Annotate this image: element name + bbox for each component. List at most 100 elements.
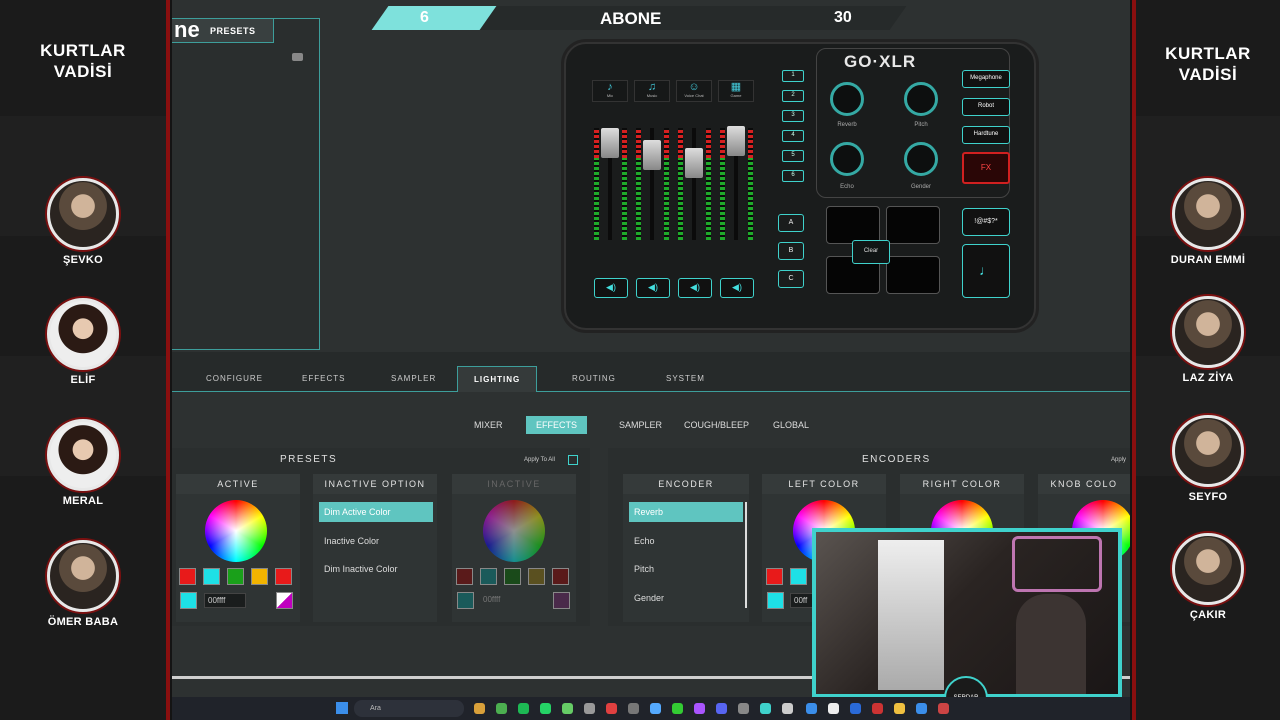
sampler-bank-b[interactable]: B	[778, 242, 804, 260]
windows-start-icon[interactable]	[336, 702, 348, 714]
banner-accent	[371, 6, 499, 30]
app-icon[interactable]	[738, 703, 749, 714]
color-swatch[interactable]	[275, 568, 292, 585]
steam-icon[interactable]	[850, 703, 861, 714]
inactive-option-column: INACTIVE OPTION Dim Active Color Inactiv…	[313, 474, 437, 622]
chrome-icon[interactable]	[496, 703, 507, 714]
color-picker-icon[interactable]	[276, 592, 293, 609]
pitch-knob[interactable]	[904, 82, 938, 116]
folder-icon[interactable]	[894, 703, 905, 714]
section-title: PRESETS	[280, 454, 338, 465]
apply-to-all-checkbox[interactable]	[568, 455, 578, 465]
mute-button[interactable]: ◀)	[720, 278, 754, 298]
tab-lighting[interactable]: LIGHTING	[457, 366, 538, 392]
option-inactive-color[interactable]: Inactive Color	[319, 531, 433, 551]
app-icon[interactable]	[474, 703, 485, 714]
mute-button[interactable]: ◀)	[594, 278, 628, 298]
app-icon[interactable]	[584, 703, 595, 714]
app-icon[interactable]	[872, 703, 883, 714]
tab-effects[interactable]: EFFECTS	[302, 374, 345, 383]
subtab-effects[interactable]: EFFECTS	[526, 416, 588, 434]
tab-routing[interactable]: ROUTING	[572, 374, 616, 383]
hardtune-button[interactable]: Hardtune	[962, 126, 1010, 144]
cough-mute-icon[interactable]: ♩	[962, 244, 1010, 298]
subtab-global[interactable]: GLOBAL	[763, 416, 819, 434]
hex-color-input[interactable]: 00ffff	[204, 593, 246, 608]
voice-chat-icon[interactable]: ☺ Voice Chat	[676, 80, 712, 102]
goxlr-icon[interactable]	[760, 703, 771, 714]
color-swatch[interactable]	[227, 568, 244, 585]
app-icon[interactable]	[694, 703, 705, 714]
encoder-option-reverb[interactable]: Reverb	[629, 502, 743, 522]
encoder-option-gender[interactable]: Gender	[629, 588, 743, 608]
sampler-clear-button[interactable]: Clear	[852, 240, 890, 264]
app-icon[interactable]	[606, 703, 617, 714]
fx-toggle-button[interactable]: FX	[962, 152, 1010, 184]
robot-button[interactable]: Robot	[962, 98, 1010, 116]
microphone-icon[interactable]: ♪ Mic	[592, 80, 628, 102]
presets-tab[interactable]: ne PRESETS	[172, 19, 274, 43]
tab-sampler[interactable]: SAMPLER	[391, 374, 436, 383]
tab-configure[interactable]: CONFIGURE	[206, 374, 263, 383]
option-dim-active-color[interactable]: Dim Active Color	[319, 502, 433, 522]
app-icon[interactable]	[782, 703, 793, 714]
fader-handle[interactable]	[643, 140, 661, 170]
app-icon[interactable]	[916, 703, 927, 714]
character-name: DURAN EMMİ	[1170, 254, 1246, 266]
app-icon[interactable]	[628, 703, 639, 714]
subtab-sampler[interactable]: SAMPLER	[609, 416, 672, 434]
music-note-icon[interactable]: ♫ Music	[634, 80, 670, 102]
app-icon[interactable]	[938, 703, 949, 714]
app-icon[interactable]	[828, 703, 839, 714]
encoder-option-pitch[interactable]: Pitch	[629, 559, 743, 579]
bleep-button[interactable]: !@#$?*	[962, 208, 1010, 236]
fader-handle[interactable]	[727, 126, 745, 156]
subscriber-banner: 6 ABONE 30	[371, 6, 907, 32]
app-icon[interactable]	[650, 703, 661, 714]
overlay-title: KURTLAR VADİSİ	[1136, 43, 1280, 85]
tab-system[interactable]: SYSTEM	[666, 374, 705, 383]
mute-button[interactable]: ◀)	[678, 278, 712, 298]
taskbar-search[interactable]: Ara	[354, 700, 464, 717]
camera-icon[interactable]	[292, 53, 303, 61]
effect-preset-button[interactable]: 2	[782, 90, 804, 102]
mute-button[interactable]: ◀)	[636, 278, 670, 298]
game-icon[interactable]: ▦ Game	[718, 80, 754, 102]
color-wheel[interactable]	[205, 500, 267, 562]
fader-handle[interactable]	[601, 128, 619, 158]
app-icon[interactable]	[562, 703, 573, 714]
color-swatch[interactable]	[790, 568, 807, 585]
right-overlay-panel: KURTLAR VADİSİ DURAN EMMİ LAZ ZİYA SEYFO…	[1132, 0, 1280, 720]
scrollbar[interactable]	[745, 502, 747, 608]
gender-knob[interactable]	[904, 142, 938, 176]
sampler-bank-c[interactable]: C	[778, 270, 804, 288]
sampler-pad[interactable]	[826, 206, 880, 244]
effect-preset-button[interactable]: 3	[782, 110, 804, 122]
color-swatch[interactable]	[203, 568, 220, 585]
color-swatch[interactable]	[179, 568, 196, 585]
echo-knob[interactable]	[830, 142, 864, 176]
column-header: KNOB COLO	[1038, 474, 1130, 494]
effect-preset-button[interactable]: 4	[782, 130, 804, 142]
subtab-mixer[interactable]: MIXER	[464, 416, 513, 434]
color-swatch[interactable]	[251, 568, 268, 585]
fader-handle[interactable]	[685, 148, 703, 178]
effect-preset-button[interactable]: 6	[782, 170, 804, 182]
sampler-pad[interactable]	[886, 206, 940, 244]
discord-icon[interactable]	[716, 703, 727, 714]
sampler-pad[interactable]	[886, 256, 940, 294]
subtab-cough-bleep[interactable]: COUGH/BLEEP	[674, 416, 759, 434]
app-icon[interactable]	[672, 703, 683, 714]
spotify-icon[interactable]	[518, 703, 529, 714]
reverb-knob[interactable]	[830, 82, 864, 116]
app-icon[interactable]	[806, 703, 817, 714]
option-dim-inactive-color[interactable]: Dim Inactive Color	[319, 559, 433, 579]
color-swatch[interactable]	[766, 568, 783, 585]
effect-preset-button[interactable]: 5	[782, 150, 804, 162]
sampler-bank-a[interactable]: A	[778, 214, 804, 232]
megaphone-button[interactable]: Megaphone	[962, 70, 1010, 88]
overlay-title-line: KURTLAR	[40, 41, 126, 60]
effect-preset-button[interactable]: 1	[782, 70, 804, 82]
whatsapp-icon[interactable]	[540, 703, 551, 714]
encoder-option-echo[interactable]: Echo	[629, 531, 743, 551]
